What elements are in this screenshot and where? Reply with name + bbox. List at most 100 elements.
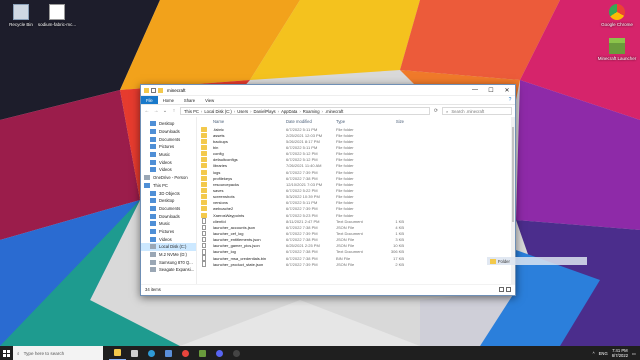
- chevron-up-icon[interactable]: ^: [593, 351, 595, 356]
- sidebar-item[interactable]: Videos: [141, 235, 196, 243]
- clock[interactable]: 7:41 PM 6/7/2022: [612, 348, 628, 358]
- sidebar-item[interactable]: OneDrive - Person: [141, 174, 196, 182]
- sidebar-item[interactable]: Samsung 870 Q...: [141, 258, 196, 266]
- breadcrumb-roaming[interactable]: Roaming: [303, 109, 320, 114]
- sidebar-item[interactable]: Desktop: [141, 120, 196, 128]
- desktop-icon-sodium[interactable]: sodium-fabric-mc...: [36, 4, 78, 27]
- tab-view[interactable]: View: [200, 96, 219, 104]
- folder-icon: [201, 138, 207, 144]
- file-size: 1 KB: [395, 218, 404, 224]
- obs-icon: [233, 349, 240, 357]
- sidebar-item[interactable]: M.2 NVMe (D:): [141, 251, 196, 259]
- column-size[interactable]: Size: [376, 119, 406, 124]
- details-view-icon[interactable]: [499, 286, 504, 292]
- sidebar-item[interactable]: Music: [141, 151, 196, 159]
- file-icon: [201, 218, 207, 224]
- folder-icon: [201, 212, 207, 218]
- breadcrumb-user[interactable]: DanielPlays: [254, 109, 276, 114]
- taskbar-app-task-view[interactable]: [126, 346, 143, 360]
- start-button[interactable]: [0, 346, 13, 360]
- desktop-icon-chrome[interactable]: Google Chrome: [596, 4, 638, 27]
- sidebar-item[interactable]: Downloads: [141, 128, 196, 136]
- sidebar-item[interactable]: Desktop: [141, 197, 196, 205]
- properties-icon[interactable]: [151, 87, 156, 93]
- language-indicator[interactable]: ENG: [599, 351, 608, 356]
- taskbar-app-minecraft[interactable]: [194, 346, 211, 360]
- drive-icon: [150, 267, 156, 273]
- taskbar-app-store[interactable]: [160, 346, 177, 360]
- column-headers: Name Date modified Type Size: [201, 117, 515, 126]
- notifications-icon[interactable]: ▭: [632, 351, 636, 356]
- quick-access-toolbar: [141, 87, 163, 93]
- title-bar[interactable]: minecraft — ☐ ✕: [141, 85, 515, 96]
- sidebar-item[interactable]: 3D Objects: [141, 189, 196, 197]
- sidebar-item[interactable]: Pictures: [141, 228, 196, 236]
- search-input[interactable]: ⌕ Search .minecraft: [442, 107, 512, 115]
- breadcrumb-local-disk[interactable]: Local Disk (C:): [204, 109, 231, 114]
- file-name: versions: [213, 200, 228, 206]
- file-type: Text Document: [336, 230, 363, 236]
- breadcrumb-minecraft[interactable]: .minecraft: [325, 109, 343, 114]
- sidebar-item[interactable]: Seagate Expansi...: [141, 266, 196, 274]
- file-date: 12/10/2021 7:03 PM: [286, 181, 323, 187]
- file-date: 6/7/2022 7:39 PM: [286, 230, 318, 236]
- folder-icon: [201, 163, 207, 169]
- up-button[interactable]: ↑: [171, 108, 177, 114]
- taskbar-app-file-explorer[interactable]: [109, 346, 126, 360]
- taskbar-app-chrome[interactable]: [177, 346, 194, 360]
- tab-home[interactable]: Home: [158, 96, 179, 104]
- maximize-button[interactable]: ☐: [483, 85, 499, 95]
- new-folder-icon[interactable]: [158, 87, 163, 93]
- file-row[interactable]: launcher_product_state.json 6/7/2022 7:39…: [201, 261, 515, 267]
- tab-file[interactable]: File: [141, 96, 158, 104]
- file-name: clientId: [213, 218, 226, 224]
- breadcrumb-appdata[interactable]: AppData: [281, 109, 297, 114]
- breadcrumb-users[interactable]: Users: [237, 109, 248, 114]
- item-count: 34 items: [145, 286, 161, 292]
- sidebar-item[interactable]: Videos: [141, 166, 196, 174]
- taskbar-search-input[interactable]: ⌕ Type here to search: [13, 346, 103, 360]
- help-button[interactable]: ?: [505, 96, 515, 104]
- sidebar-item[interactable]: Music: [141, 220, 196, 228]
- folder-icon: [201, 200, 207, 206]
- sidebar-item[interactable]: Downloads: [141, 212, 196, 220]
- minimize-button[interactable]: —: [467, 85, 483, 95]
- breadcrumb-this-pc[interactable]: This PC: [184, 109, 199, 114]
- file-date: 6/7/2022 7:39 PM: [286, 261, 318, 267]
- music-icon: [150, 221, 156, 227]
- sidebar-item[interactable]: This PC: [141, 182, 196, 190]
- column-date[interactable]: Date modified: [286, 119, 336, 124]
- taskbar-app-obs[interactable]: [228, 346, 245, 360]
- column-name[interactable]: Name: [201, 119, 286, 124]
- file-type: File folder: [336, 144, 354, 150]
- forward-button[interactable]: →: [153, 108, 159, 114]
- taskbar-app-edge[interactable]: [143, 346, 160, 360]
- refresh-button[interactable]: ⟳: [433, 108, 439, 114]
- file-explorer-window[interactable]: minecraft — ☐ ✕ File Home Share View ? ←…: [140, 84, 516, 296]
- scrollbar-thumb[interactable]: [512, 127, 514, 222]
- file-size: 2 KB: [395, 261, 404, 267]
- column-type[interactable]: Type: [336, 119, 376, 124]
- file-type: File folder: [336, 206, 354, 212]
- file-icon: [201, 261, 207, 267]
- sidebar-item[interactable]: Documents: [141, 135, 196, 143]
- file-type: JSON File: [336, 243, 355, 249]
- tab-share[interactable]: Share: [179, 96, 200, 104]
- folder-icon: [201, 157, 207, 163]
- file-date: 6/25/2021 2:25 PM: [286, 243, 320, 249]
- sidebar-item[interactable]: Documents: [141, 205, 196, 213]
- sidebar-item[interactable]: Pictures: [141, 143, 196, 151]
- search-icon: ⌕: [446, 108, 449, 114]
- file-size: 306 KB: [390, 249, 404, 255]
- close-button[interactable]: ✕: [499, 85, 515, 95]
- sidebar-item[interactable]: Videos: [141, 158, 196, 166]
- desktop-icon-minecraft[interactable]: Minecraft Launcher: [596, 38, 638, 61]
- minecraft-icon: [199, 349, 206, 357]
- address-bar[interactable]: This PC › Local Disk (C:) › Users › DanielP…: [180, 107, 430, 115]
- large-icons-view-icon[interactable]: [506, 286, 511, 292]
- recent-locations-button[interactable]: ⌄: [162, 108, 168, 114]
- sidebar-item[interactable]: Local Disk (C:): [141, 243, 196, 251]
- taskbar-app-discord[interactable]: [211, 346, 228, 360]
- drag-preview: Folder: [487, 257, 587, 265]
- back-button[interactable]: ←: [144, 108, 150, 114]
